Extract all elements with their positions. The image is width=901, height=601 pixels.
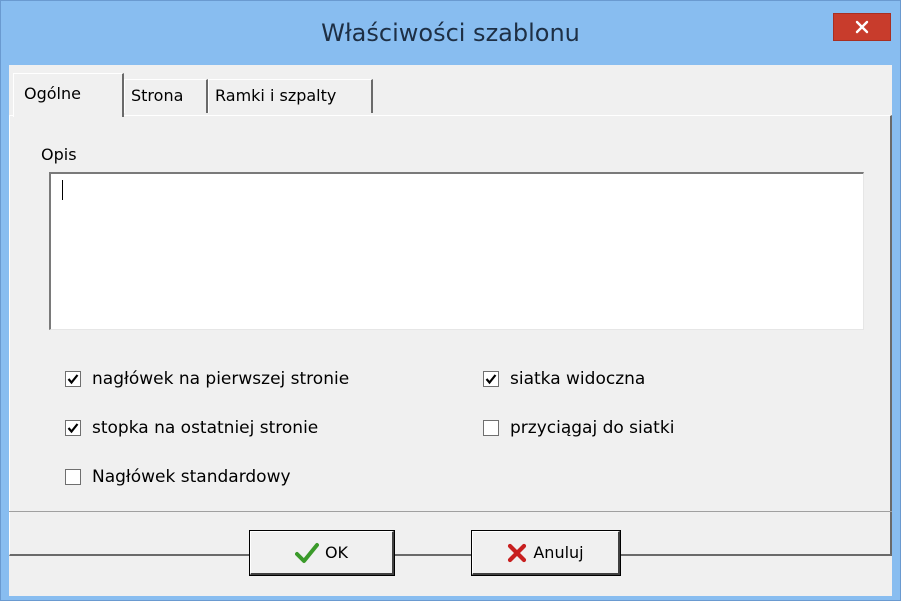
checkbox-standard-header[interactable]: Nagłówek standardowy xyxy=(65,466,291,488)
checkbox-snap-to-grid[interactable]: przyciągaj do siatki xyxy=(483,417,674,439)
red-x-icon xyxy=(507,543,527,563)
checkbox-label: siatka widoczna xyxy=(510,369,646,389)
text-caret xyxy=(62,180,63,200)
button-separator xyxy=(9,511,892,512)
checkbox-box[interactable] xyxy=(65,469,81,485)
ok-button-label: OK xyxy=(324,543,349,562)
checkbox-box[interactable] xyxy=(65,371,81,387)
dialog-body: Ogólne Strona Ramki i szpalty Opis nagłó… xyxy=(9,65,892,596)
checkbox-grid-visible[interactable]: siatka widoczna xyxy=(483,368,645,390)
cancel-button-label: Anuluj xyxy=(533,543,584,562)
checkbox-header-first-page[interactable]: nagłówek na pierwszej stronie xyxy=(65,368,349,390)
checkbox-footer-last-page[interactable]: stopka na ostatniej stronie xyxy=(65,417,318,439)
dialog-window: Właściwości szablonu Ogólne Strona Ramki… xyxy=(0,0,901,601)
cancel-button[interactable]: Anuluj xyxy=(471,530,621,576)
title-bar[interactable]: Właściwości szablonu xyxy=(1,1,900,65)
checkbox-box[interactable] xyxy=(65,420,81,436)
checkmark-icon xyxy=(294,542,319,564)
checkmark-icon xyxy=(67,423,79,434)
tab-ramki-i-szpalty[interactable]: Ramki i szpalty xyxy=(208,79,373,113)
description-label: Opis xyxy=(41,145,77,164)
checkbox-label: Nagłówek standardowy xyxy=(92,467,291,487)
tab-strip: Ogólne Strona Ramki i szpalty xyxy=(9,65,892,117)
checkbox-box[interactable] xyxy=(483,371,499,387)
ok-button[interactable]: OK xyxy=(249,530,395,576)
checkmark-icon xyxy=(485,374,497,385)
close-icon xyxy=(855,20,869,34)
checkmark-icon xyxy=(67,374,79,385)
close-button[interactable] xyxy=(833,13,891,41)
window-title: Właściwości szablonu xyxy=(321,19,580,47)
checkbox-box[interactable] xyxy=(483,420,499,436)
checkbox-label: nagłówek na pierwszej stronie xyxy=(92,369,350,389)
tab-ogolne[interactable]: Ogólne xyxy=(13,73,124,117)
checkbox-label: przyciągaj do siatki xyxy=(510,418,675,438)
description-textarea[interactable] xyxy=(49,172,864,330)
checkbox-label: stopka na ostatniej stronie xyxy=(92,418,319,438)
tab-strona[interactable]: Strona xyxy=(124,79,208,113)
